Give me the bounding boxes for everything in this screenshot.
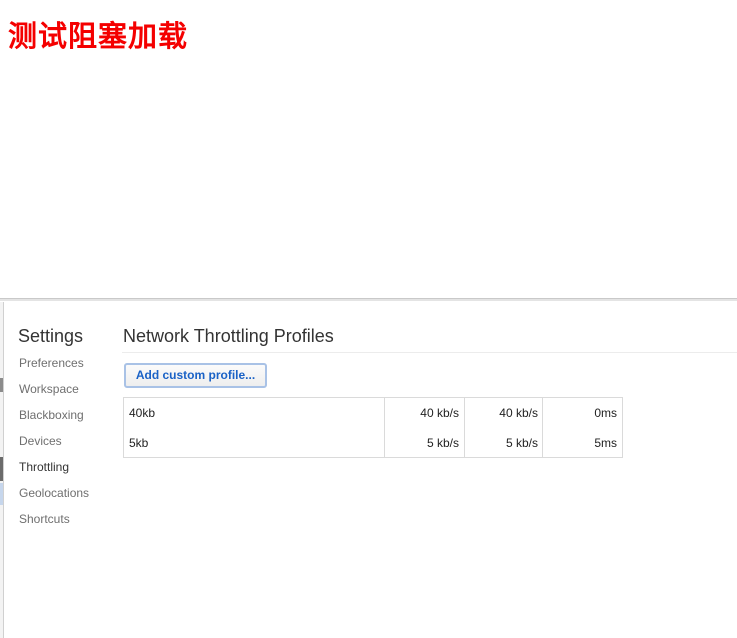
profiles-table: 40kb 40 kb/s 40 kb/s 0ms 5kb 5 kb/s 5 kb… bbox=[123, 397, 623, 458]
panel-top-border bbox=[0, 299, 737, 301]
edge-marker-active bbox=[0, 457, 3, 481]
edge-marker bbox=[0, 378, 3, 392]
devtools-settings-panel: Settings Preferences Workspace Blackboxi… bbox=[0, 298, 737, 638]
nav-item-preferences[interactable]: Preferences bbox=[19, 355, 89, 381]
profile-row[interactable]: 40kb 40 kb/s 40 kb/s 0ms bbox=[124, 398, 622, 428]
profile-name: 5kb bbox=[129, 436, 149, 450]
profile-download: 5 kb/s bbox=[426, 436, 459, 450]
nav-item-blackboxing[interactable]: Blackboxing bbox=[19, 407, 89, 433]
nav-item-workspace[interactable]: Workspace bbox=[19, 381, 89, 407]
section-divider bbox=[122, 352, 737, 353]
nav-item-geolocations[interactable]: Geolocations bbox=[19, 485, 89, 511]
settings-title: Settings bbox=[18, 326, 84, 346]
profile-upload: 40 kb/s bbox=[499, 406, 538, 420]
profile-name: 40kb bbox=[129, 406, 156, 420]
page-heading: 测试阻塞加载 bbox=[8, 19, 189, 53]
section-title: Network Throttling Profiles bbox=[123, 326, 334, 346]
profile-download: 40 kb/s bbox=[420, 406, 459, 420]
edge-marker-highlight bbox=[0, 483, 3, 505]
profile-row[interactable]: 5kb 5 kb/s 5 kb/s 5ms bbox=[124, 428, 622, 458]
nav-item-devices[interactable]: Devices bbox=[19, 433, 89, 459]
nav-item-throttling[interactable]: Throttling bbox=[19, 459, 89, 485]
profile-latency: 0ms bbox=[594, 406, 617, 420]
profile-latency: 5ms bbox=[594, 436, 617, 450]
profile-upload: 5 kb/s bbox=[505, 436, 538, 450]
nav-item-shortcuts[interactable]: Shortcuts bbox=[19, 511, 89, 537]
add-custom-profile-button[interactable]: Add custom profile... bbox=[124, 363, 267, 388]
settings-nav: Preferences Workspace Blackboxing Device… bbox=[19, 355, 89, 537]
